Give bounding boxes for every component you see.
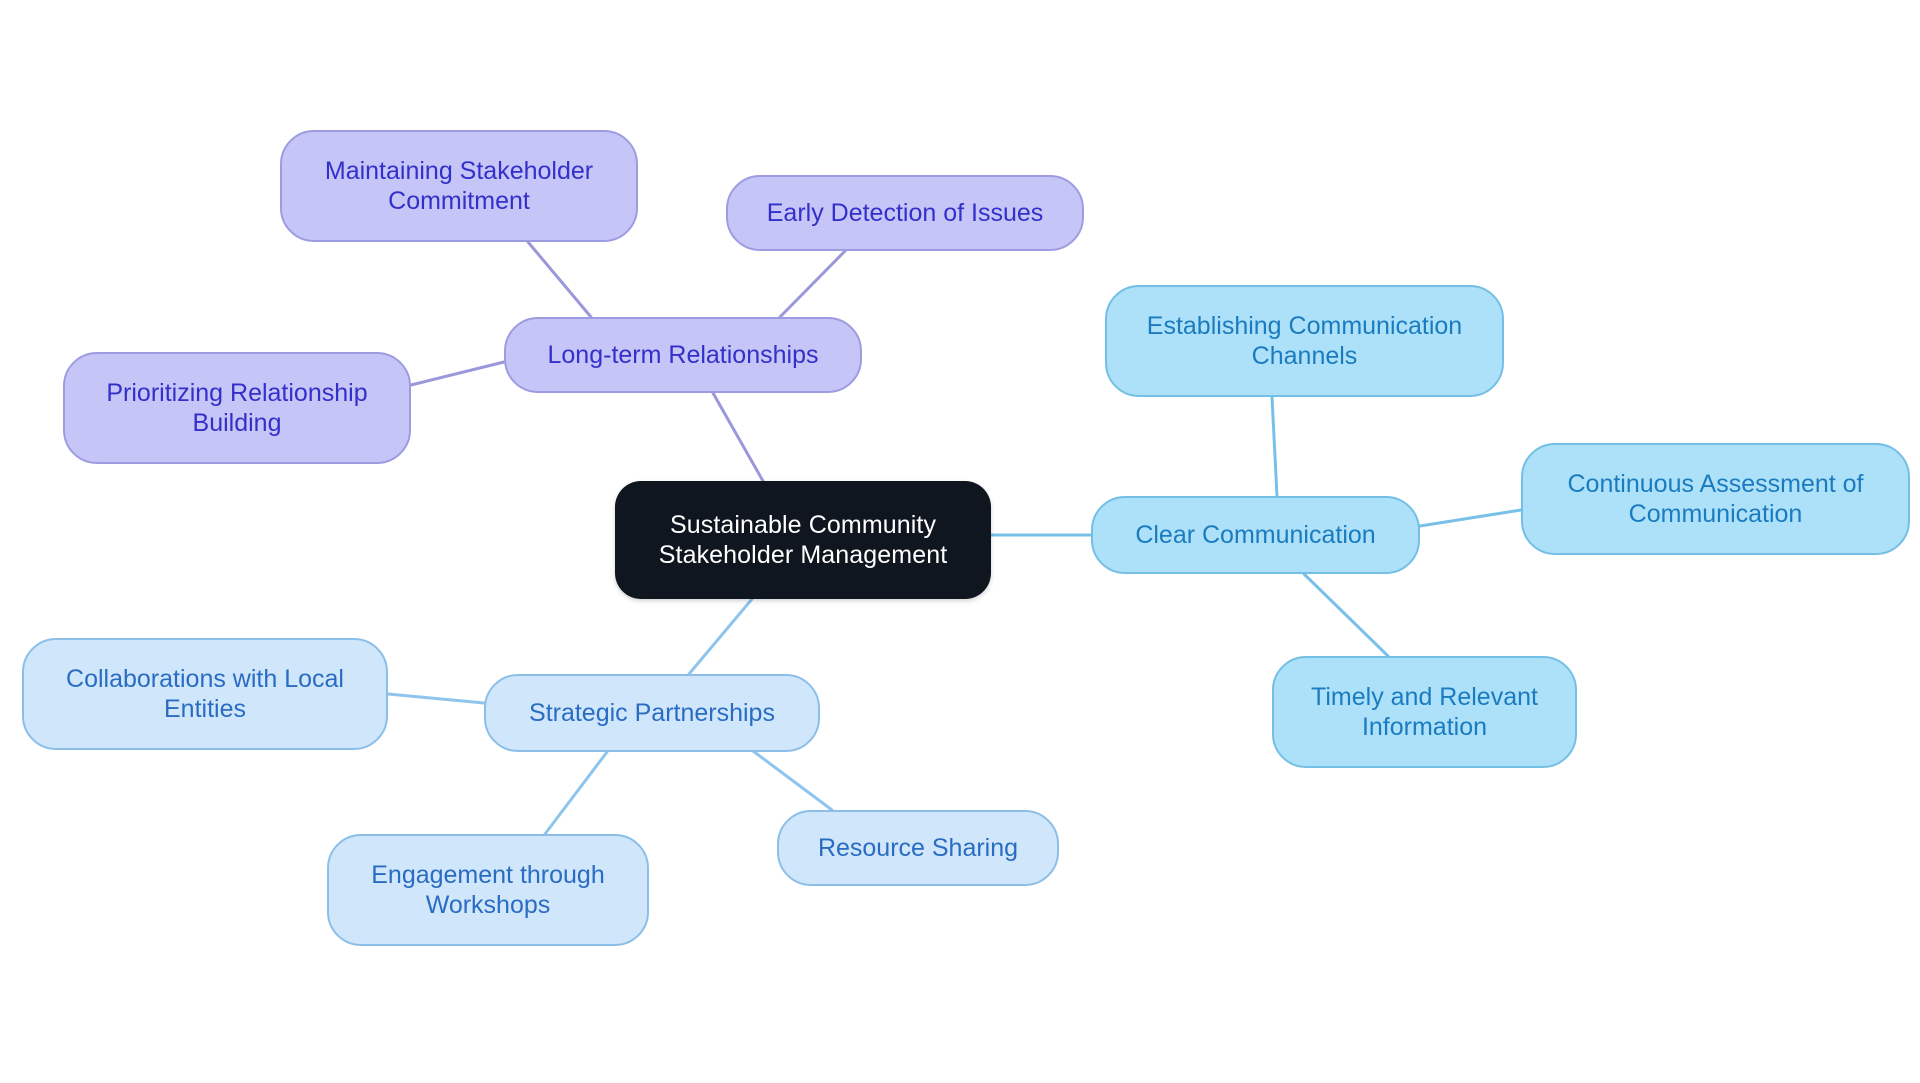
mindmap-node-engagement[interactable]: Engagement through Workshops	[327, 834, 649, 946]
mindmap-node-early_detection[interactable]: Early Detection of Issues	[726, 175, 1084, 251]
edge-long_term-to-prioritizing	[409, 360, 506, 387]
edge-strategic-to-engagement	[543, 750, 609, 836]
mindmap-node-strategic[interactable]: Strategic Partnerships	[484, 674, 820, 752]
mindmap-node-collaborations[interactable]: Collaborations with Local Entities	[22, 638, 388, 750]
mindmap-node-establishing[interactable]: Establishing Communication Channels	[1105, 285, 1504, 397]
edge-long_term-to-early_detection	[778, 249, 847, 319]
edge-strategic-to-collaborations	[386, 692, 486, 705]
edge-clear_comm-to-timely	[1302, 572, 1390, 658]
mindmap-node-long_term[interactable]: Long-term Relationships	[504, 317, 862, 393]
mindmap-canvas: Sustainable Community Stakeholder Manage…	[0, 0, 1920, 1083]
edge-strategic-to-resource	[743, 743, 834, 812]
mindmap-node-continuous[interactable]: Continuous Assessment of Communication	[1521, 443, 1910, 555]
mindmap-node-root[interactable]: Sustainable Community Stakeholder Manage…	[615, 481, 991, 599]
edge-clear_comm-to-continuous	[1418, 508, 1523, 528]
edge-long_term-to-maintaining	[526, 240, 593, 319]
mindmap-node-prioritizing[interactable]: Prioritizing Relationship Building	[63, 352, 411, 464]
edge-clear_comm-to-establishing	[1270, 395, 1279, 498]
mindmap-node-clear_comm[interactable]: Clear Communication	[1091, 496, 1420, 574]
mindmap-node-maintaining[interactable]: Maintaining Stakeholder Commitment	[280, 130, 638, 242]
edge-root-to-long_term	[711, 391, 765, 483]
mindmap-node-resource[interactable]: Resource Sharing	[777, 810, 1059, 886]
mindmap-node-timely[interactable]: Timely and Relevant Information	[1272, 656, 1577, 768]
edge-root-to-strategic	[687, 597, 754, 676]
